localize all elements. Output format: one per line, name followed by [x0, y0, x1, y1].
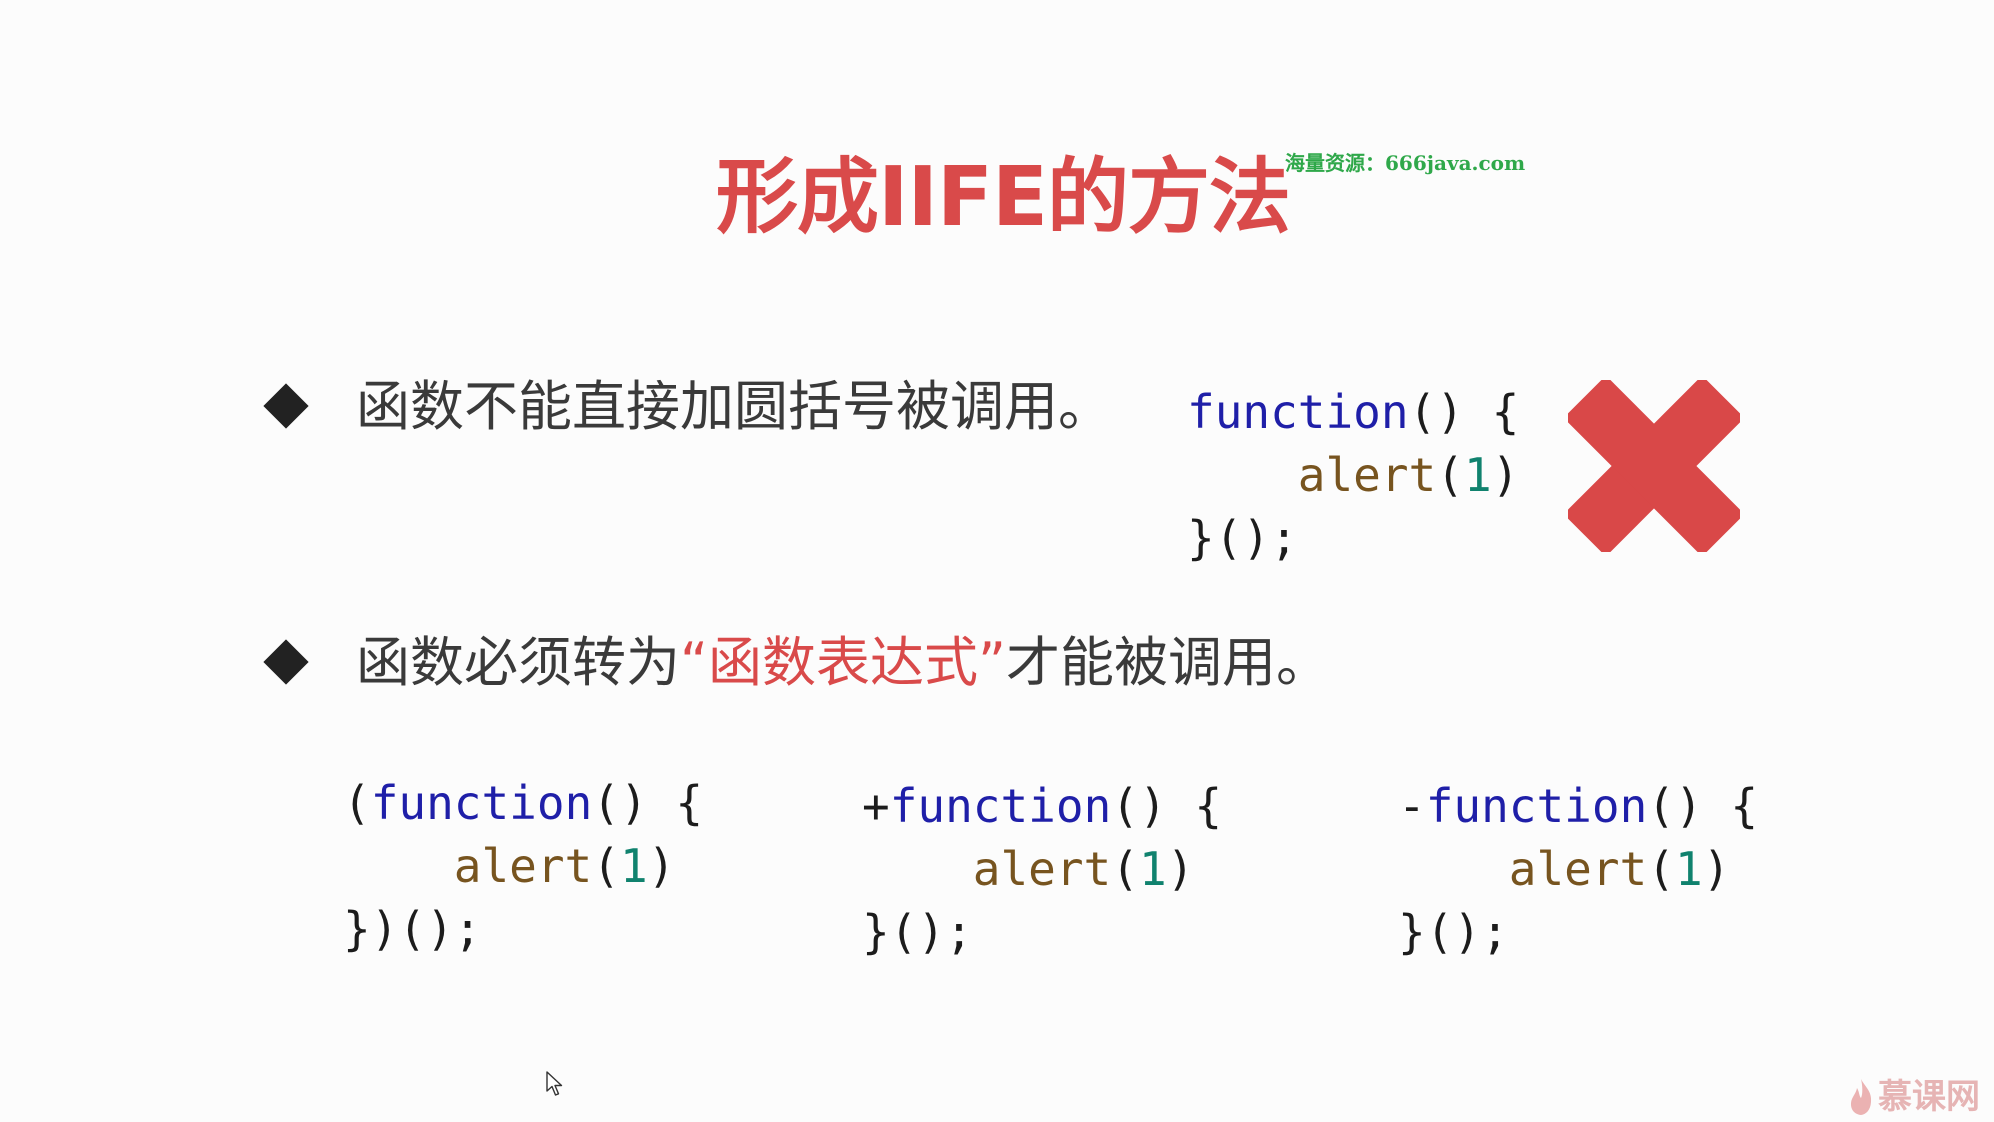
code-arg: 1	[1463, 448, 1492, 502]
code-prefix: (	[343, 776, 371, 830]
code-open: () {	[1111, 779, 1223, 833]
flame-logo-icon	[1850, 1079, 1872, 1115]
code-keyword: function	[1425, 779, 1648, 833]
code-keyword: function	[889, 779, 1112, 833]
code-arg: 1	[1138, 842, 1167, 896]
code-close: }();	[1398, 905, 1509, 959]
code-prefix: +	[862, 779, 890, 833]
code-arg: 1	[1674, 842, 1703, 896]
code-call: alert	[1297, 448, 1437, 502]
code-example-minus: -function() { alert(1) }();	[1398, 779, 1759, 959]
code-close: }();	[1187, 511, 1298, 565]
brand-text: 慕课网	[1878, 1077, 1980, 1117]
code-example-paren: (function() { alert(1) })();	[343, 776, 704, 956]
code-close: }();	[862, 905, 973, 959]
code-call: alert	[1508, 842, 1648, 896]
point-2-highlight: “函数表达式”	[680, 631, 1006, 694]
point-2-after: 才能被调用。	[1005, 631, 1330, 694]
diamond-bullet-icon	[263, 639, 309, 685]
code-example-wrong: function() { alert(1) }();	[1187, 385, 1520, 565]
code-keyword: function	[370, 776, 593, 830]
code-open: () {	[592, 776, 704, 830]
code-close: })();	[343, 902, 482, 956]
code-call: alert	[972, 842, 1112, 896]
code-keyword: function	[1187, 385, 1409, 439]
code-open: () {	[1647, 779, 1759, 833]
slide-title: 形成IIFE的方法	[716, 150, 1291, 245]
mouse-pointer-icon	[546, 1071, 563, 1096]
point-2-text: 函数必须转为“函数表达式”才能被调用。	[356, 628, 1330, 698]
code-example-plus: +function() { alert(1) }();	[862, 779, 1223, 959]
code-prefix: -	[1398, 779, 1426, 833]
red-cross-icon	[1568, 380, 1740, 552]
code-arg: 1	[619, 839, 648, 893]
code-call: alert	[453, 839, 593, 893]
watermark: 海量资源：666java.com	[1285, 151, 1526, 175]
diamond-bullet-icon	[263, 383, 309, 429]
point-2-before: 函数必须转为	[356, 631, 680, 694]
brand-logo: 慕课网	[1848, 1075, 1980, 1119]
point-1-text: 函数不能直接加圆括号被调用。	[356, 375, 1112, 438]
code-open: () {	[1408, 385, 1520, 439]
